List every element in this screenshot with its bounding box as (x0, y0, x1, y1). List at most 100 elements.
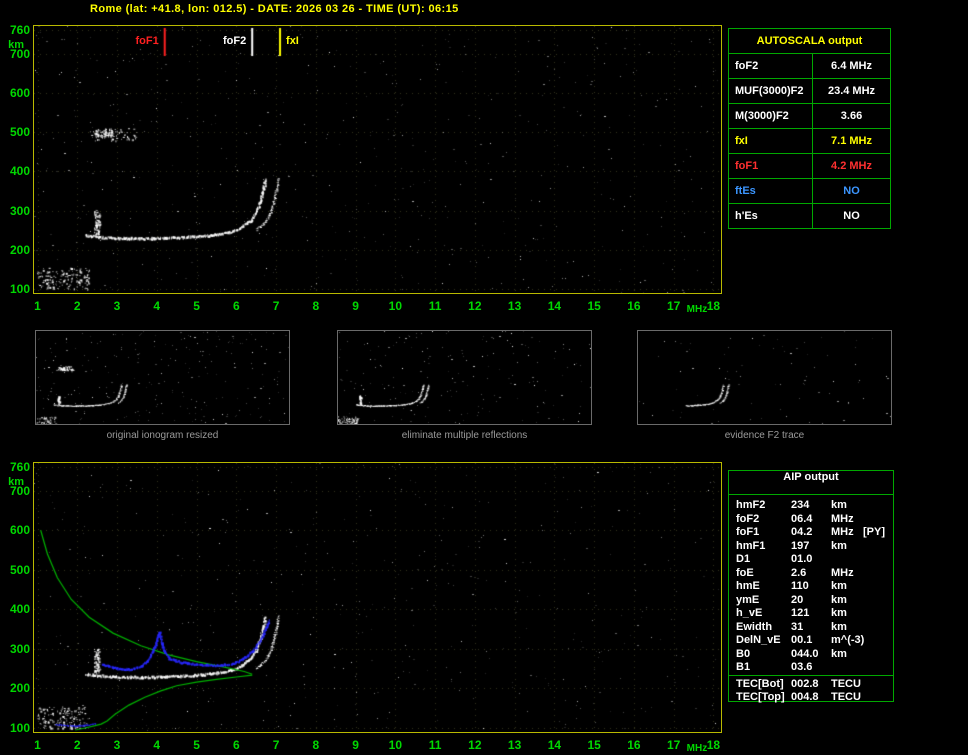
param-unit: m^(-3) (831, 634, 865, 646)
param-value: 3.66 (812, 103, 891, 129)
table-row: fxI 7.1 MHz (728, 128, 891, 154)
param-value: 31 (791, 620, 804, 633)
param-label: foE (736, 566, 754, 579)
x-tick-label: 9 (352, 738, 359, 752)
param-extra (863, 634, 893, 648)
param-extra (863, 580, 893, 594)
x-tick-label: 2 (73, 738, 81, 752)
y-tick-label: 600 (9, 85, 30, 100)
table-row: M(3000)F2 3.66 (728, 103, 891, 129)
param-value: 110 (791, 580, 809, 592)
aip-row: B0 044.0 km (729, 648, 893, 662)
x-axis-unit: MHz (686, 304, 708, 315)
param-value: 20 (791, 593, 804, 606)
param-extra (863, 607, 893, 621)
param-label: TEC[Top] (736, 691, 785, 703)
param-label: Ewidth (736, 620, 773, 633)
param-label: hmF2 (736, 499, 766, 511)
x-tick-label: 13 (507, 299, 522, 313)
param-value: NO (812, 178, 891, 204)
param-value: 004.8 (791, 691, 819, 703)
param-value: 044.0 (791, 647, 819, 660)
thumbnail-evidence-canvas (638, 331, 891, 424)
param-extra (863, 594, 893, 608)
param-label: MUF(3000)F2 (728, 78, 813, 104)
aip-row: B1 03.6 (729, 661, 893, 675)
aip-row: h_vE 121 km (729, 607, 893, 621)
param-label: foF1 (728, 153, 813, 179)
x-tick-label: 11 (428, 738, 442, 752)
bottom-ionogram-plot (33, 462, 722, 733)
y-tick-label: 200 (9, 242, 30, 257)
param-value: 234 (791, 499, 810, 511)
x-tick-label: 11 (428, 299, 442, 313)
y-tick-label: 100 (9, 281, 30, 296)
aip-row: ymE 20 km (729, 594, 893, 608)
x-tick-label: 15 (587, 738, 601, 752)
y-axis-unit: km (8, 39, 24, 51)
param-label: ymE (736, 593, 760, 606)
y-tick-label: 760 (9, 23, 30, 37)
thumbnail-eliminate-reflections: eliminate multiple reflections (337, 330, 592, 441)
x-tick-label: 5 (193, 738, 200, 752)
x-tick-label: 16 (627, 738, 641, 752)
param-label: foF1 (736, 526, 760, 538)
y-tick-label: 760 (9, 460, 30, 474)
x-tick-label: 9 (352, 299, 359, 313)
top-ionogram-plot: foF1 foF2 fxI (33, 25, 722, 294)
param-unit: km (831, 499, 847, 511)
param-value: 4.2 MHz (812, 153, 891, 179)
param-unit: km (831, 593, 847, 606)
x-tick-label: 13 (507, 738, 522, 752)
thumbnail-original-canvas (36, 331, 289, 424)
y-axis-unit: km (8, 476, 24, 488)
aip-row: hmF2 234 km (729, 499, 893, 513)
x-tick-label: 3 (113, 738, 121, 752)
table-row: foF1 4.2 MHz (728, 153, 891, 179)
param-value: 197 (791, 539, 810, 552)
aip-row: DelN_vE 00.1 m^(-3) (729, 634, 893, 648)
marker-label-foF1: foF1 (135, 35, 159, 47)
param-extra (863, 540, 893, 554)
param-label: hmE (736, 580, 760, 592)
param-label: D1 (736, 553, 751, 565)
aip-row: foE 2.6 MHz (729, 567, 893, 581)
param-label: M(3000)F2 (728, 103, 813, 129)
param-extra (863, 678, 893, 692)
y-tick-label: 500 (9, 562, 30, 577)
x-tick-label: 15 (587, 299, 601, 313)
x-tick-label: 3 (113, 299, 121, 313)
param-unit: MHz (831, 566, 854, 579)
param-label: B1 (736, 661, 751, 673)
x-tick-label: 10 (388, 738, 402, 752)
param-extra (863, 567, 893, 581)
table-row: foF2 6.4 MHz (728, 53, 891, 79)
param-unit: MHz (831, 526, 854, 538)
y-tick-label: 500 (9, 125, 30, 140)
thumbnail-eliminate-canvas (338, 331, 591, 424)
param-extra (863, 621, 893, 635)
x-tick-label: 12 (468, 738, 482, 752)
x-tick-label: 16 (627, 299, 641, 313)
thumbnail-caption: eliminate multiple reflections (401, 430, 528, 441)
x-axis-unit: MHz (686, 743, 708, 754)
x-tick-label: 7 (272, 299, 280, 313)
aip-rows: hmF2 234 km foF2 06.4 MHz foF1 04.2 MHz … (729, 495, 893, 675)
param-unit: MHz (831, 512, 854, 525)
param-value: 7.1 MHz (812, 128, 891, 154)
x-tick-label: 8 (312, 738, 320, 752)
bottom-ionogram-canvas (34, 463, 721, 732)
page-title: Rome (lat: +41.8, lon: 012.5) - DATE: 20… (90, 3, 459, 15)
y-tick-label: 300 (9, 203, 30, 218)
param-label: foF2 (728, 53, 813, 79)
marker-label-foF2: foF2 (222, 35, 247, 47)
param-unit (831, 661, 863, 675)
param-extra (863, 648, 893, 662)
y-tick-label: 600 (9, 523, 30, 538)
x-tick-label: 7 (272, 738, 280, 752)
param-label: hmF1 (736, 539, 766, 552)
top-ionogram-canvas (34, 26, 721, 293)
param-extra (863, 513, 893, 527)
aip-row: Ewidth 31 km (729, 621, 893, 635)
x-tick-label: 14 (547, 299, 562, 313)
